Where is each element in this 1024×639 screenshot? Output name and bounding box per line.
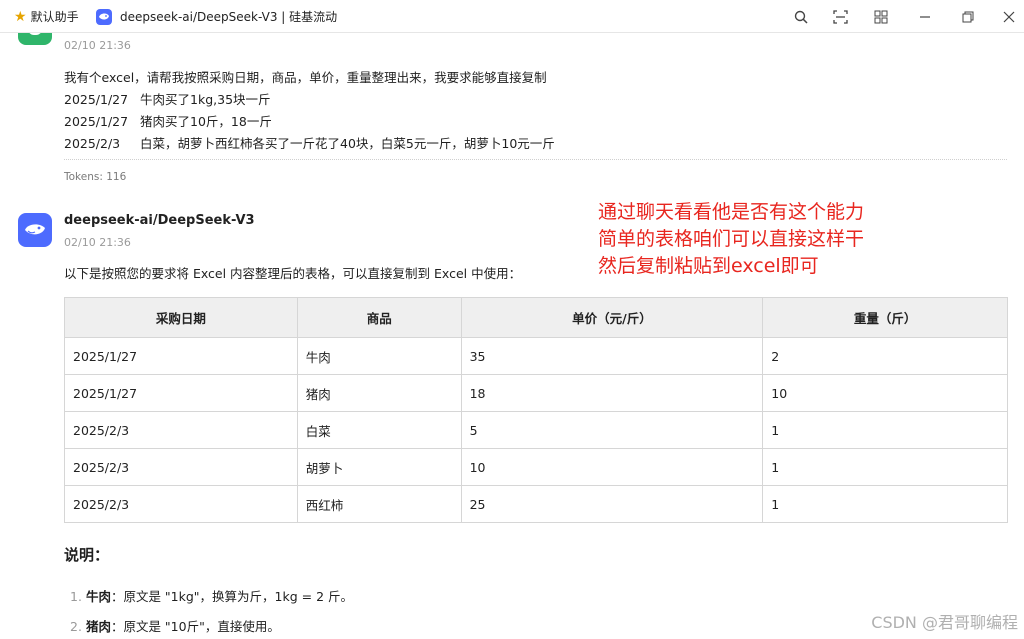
tab-title: deepseek-ai/DeepSeek-V3 | 硅基流动 [120,10,338,24]
notes-title: 说明： [64,546,110,564]
search-icon[interactable] [788,4,814,30]
table-cell: 35 [460,337,764,375]
list-item: 2. 猪肉：原文是 "10斤"，直接使用。 [70,616,280,635]
user-avatar [18,33,52,45]
grid-icon[interactable] [868,4,894,30]
table-cell: 猪肉 [296,374,462,412]
table-row: 2025/1/27 猪肉 18 10 [64,374,1008,412]
list-item-bold: 牛肉 [85,589,111,604]
user-message-line: 我有个excel，请帮我按照采购日期，商品，单价，重量整理出来，我要求能够直接复… [64,70,547,85]
list-item-text: ：原文是 "10斤"，直接使用。 [110,619,280,634]
table-cell: 2025/2/3 [64,485,298,523]
deepseek-logo-icon [96,8,112,25]
table-header: 单价（元/斤） [460,297,764,338]
table-cell: 25 [460,485,764,523]
table-cell: 18 [460,374,764,412]
table-cell: 2025/1/27 [64,374,298,412]
close-icon[interactable] [996,4,1022,30]
user-message-line: 2025/1/27 牛肉买了1kg,35块一斤 [64,92,271,107]
list-item-text: ：原文是 "1kg"，换算为斤，1kg = 2 斤。 [110,589,354,604]
table-row: 2025/2/3 胡萝卜 10 1 [64,448,1008,486]
watermark: CSDN @君哥聊编程 [871,613,1018,632]
table-cell: 2025/1/27 [64,337,298,375]
table-row: 2025/1/27 牛肉 35 2 [64,337,1008,375]
star-icon: ★ [14,8,27,25]
user-message-time: 02/10 21:36 [64,39,131,52]
red-annotation: 通过聊天看看他是否有这个能力 简单的表格咱们可以直接这样干 然后复制粘贴到exc… [598,199,864,280]
list-number: 2. [70,619,82,634]
annotation-line: 通过聊天看看他是否有这个能力 [598,201,865,223]
table-cell: 1 [762,448,1008,486]
table-header: 采购日期 [64,297,298,338]
table-cell: 西红柿 [296,485,462,523]
table-cell: 2025/2/3 [64,411,298,449]
minimize-icon[interactable] [912,4,938,30]
list-number: 1. [70,589,82,604]
table-cell: 10 [460,448,764,486]
title-bar: ★ 默认助手 deepseek-ai/DeepSeek-V3 | 硅基流动 [0,0,1024,33]
table-row: 2025/2/3 白菜 5 1 [64,411,1008,449]
table-cell: 牛肉 [296,337,462,375]
table-cell: 胡萝卜 [296,448,462,486]
table-cell: 10 [762,374,1008,412]
assistant-intro: 以下是按照您的要求将 Excel 内容整理后的表格，可以直接复制到 Excel … [64,266,522,281]
table-row: 2025/2/3 西红柿 25 1 [64,485,1008,523]
purchase-table: 采购日期 商品 单价（元/斤） 重量（斤） 2025/1/27 牛肉 35 2 … [64,297,1008,523]
chat-content: 02/10 21:36 我有个excel，请帮我按照采购日期，商品，单价，重量整… [0,33,1024,639]
assistant-message-time: 02/10 21:36 [64,236,131,249]
user-message-line: 2025/1/27 猪肉买了10斤，18一斤 [64,114,272,129]
token-count: Tokens: 116 [64,171,127,183]
table-cell: 2 [762,337,1008,375]
table-header: 商品 [296,297,462,338]
message-divider [64,159,1007,160]
table-cell: 5 [460,411,764,449]
deepseek-avatar [18,213,52,247]
table-cell: 1 [762,411,1008,449]
restore-icon[interactable] [955,4,981,30]
screenshot-icon[interactable] [827,4,853,30]
favorites-button[interactable]: ★ 默认助手 [14,0,79,33]
list-item-bold: 猪肉 [85,619,111,634]
table-header: 重量（斤） [762,297,1008,338]
list-item: 1. 牛肉：原文是 "1kg"，换算为斤，1kg = 2 斤。 [70,586,353,605]
tab-deepseek[interactable]: deepseek-ai/DeepSeek-V3 | 硅基流动 [96,0,337,33]
annotation-line: 然后复制粘贴到excel即可 [598,255,819,277]
table-cell: 1 [762,485,1008,523]
assistant-name: deepseek-ai/DeepSeek-V3 [64,213,255,228]
table-cell: 白菜 [296,411,462,449]
annotation-line: 简单的表格咱们可以直接这样干 [598,228,865,250]
favorites-label: 默认助手 [30,10,79,24]
table-header-row: 采购日期 商品 单价（元/斤） 重量（斤） [64,297,1008,338]
table-cell: 2025/2/3 [64,448,298,486]
user-message-line: 2025/2/3 白菜，胡萝卜西红柿各买了一斤花了40块，白菜5元一斤，胡萝卜1… [64,136,555,151]
